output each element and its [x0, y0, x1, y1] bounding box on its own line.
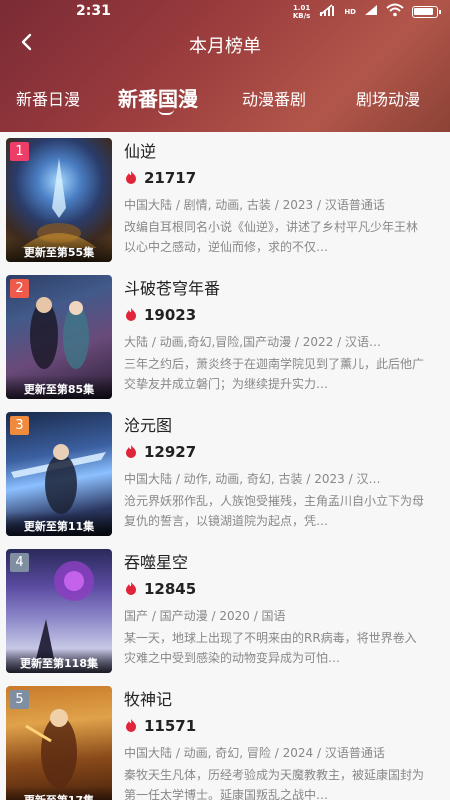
signal-icon: [364, 4, 378, 20]
heat-value: 21717: [144, 169, 197, 187]
item-tags: 中国大陆 / 剧情, 动画, 古装 / 2023 / 汉语普通话: [124, 198, 385, 212]
flame-icon: [124, 443, 138, 462]
wifi-icon: [386, 3, 404, 21]
net-speed-indicator: 1.01 KB/s: [293, 4, 310, 20]
item-info: 斗破苍穹年番 19023 大陆 / 动画,奇幻,冒险,国产动漫 / 2022 /…: [124, 275, 434, 394]
list-item[interactable]: 1 更新至第55集 仙逆 21717 中国大陆 / 剧情, 动画, 古装 / 2…: [0, 132, 450, 268]
item-tags: 中国大陆 / 动作, 动画, 奇幻, 古装 / 2023 / 汉…: [124, 472, 381, 486]
item-info: 吞噬星空 12845 国产 / 国产动漫 / 2020 / 国语 某一天，地球上…: [124, 549, 434, 668]
heat-row: 19023: [124, 303, 434, 327]
item-info: 仙逆 21717 中国大陆 / 剧情, 动画, 古装 / 2023 / 汉语普通…: [124, 138, 434, 257]
list-item[interactable]: 4 更新至第118集 吞噬星空 12845 国产 / 国产动漫 / 2020 /…: [0, 543, 450, 679]
page-title: 本月榜单: [189, 36, 261, 57]
cover-caption: 更新至第11集: [6, 512, 112, 536]
status-time: 2:31: [76, 3, 111, 19]
header: 2:31 1.01 KB/s HD 本月榜单 新番日漫 新番国漫 动漫番剧 剧场…: [0, 0, 450, 132]
rank-badge: 4: [10, 553, 29, 572]
tab-new-chinese-anime[interactable]: 新番国漫: [118, 83, 198, 112]
item-info: 牧神记 11571 中国大陆 / 动画, 奇幻, 冒险 / 2024 / 汉语普…: [124, 686, 434, 800]
cover-caption: 更新至第55集: [6, 238, 112, 262]
list-item[interactable]: 2 更新至第85集 斗破苍穹年番 19023 大陆 / 动画,奇幻,冒险,国产动…: [0, 269, 450, 405]
flame-icon: [124, 717, 138, 736]
hd-label: HD: [344, 8, 356, 16]
rank-badge: 2: [10, 279, 29, 298]
item-tags: 中国大陆 / 动画, 奇幻, 冒险 / 2024 / 汉语普通话: [124, 746, 385, 760]
item-info: 沧元图 12927 中国大陆 / 动作, 动画, 奇幻, 古装 / 2023 /…: [124, 412, 434, 531]
heat-row: 21717: [124, 166, 434, 190]
item-description: 秦牧天生凡体，历经考验成为天魔教教主，被延康国封为第一任太学博士。延康国叛乱之战…: [124, 768, 425, 800]
item-tags: 大陆 / 动画,奇幻,冒险,国产动漫 / 2022 / 汉语…: [124, 335, 381, 349]
cover-image: 5 更新至第17集: [6, 686, 112, 800]
status-bar: 2:31 1.01 KB/s HD: [0, 0, 450, 24]
status-icons: 1.01 KB/s HD: [293, 3, 441, 21]
list-item[interactable]: 5 更新至第17集 牧神记 11571 中国大陆 / 动画, 奇幻, 冒险 / …: [0, 680, 450, 800]
heat-row: 11571: [124, 714, 434, 738]
cover-image: 2 更新至第85集: [6, 275, 112, 399]
item-description: 某一天，地球上出现了不明来由的RR病毒，将世界卷入灾难之中受到感染的动物变异成为…: [124, 631, 417, 665]
heat-value: 12845: [144, 580, 197, 598]
heat-value: 19023: [144, 306, 197, 324]
item-tags: 国产 / 国产动漫 / 2020 / 国语: [124, 609, 286, 623]
net-speed-value: 1.01: [292, 4, 311, 12]
rank-badge: 3: [10, 416, 29, 435]
cover-image: 1 更新至第55集: [6, 138, 112, 262]
nav-bar: 本月榜单: [0, 26, 450, 64]
item-title: 斗破苍穹年番: [124, 279, 221, 298]
flame-icon: [124, 306, 138, 325]
flame-icon: [124, 169, 138, 188]
battery-icon: [412, 6, 441, 18]
category-tabs: 新番日漫 新番国漫 动漫番剧 剧场动漫: [0, 78, 450, 122]
rank-badge: 1: [10, 142, 29, 161]
active-tab-indicator: [158, 109, 174, 115]
item-title: 沧元图: [124, 416, 173, 435]
item-description: 改编自耳根同名小说《仙逆》，讲述了乡村平凡少年王林以心中之感动，逆仙而修，求的不…: [124, 220, 419, 254]
flame-icon: [124, 580, 138, 599]
item-title: 仙逆: [124, 142, 157, 161]
item-title: 吞噬星空: [124, 553, 189, 572]
heat-value: 12927: [144, 443, 197, 461]
rank-badge: 5: [10, 690, 29, 709]
heat-value: 11571: [144, 717, 197, 735]
tab-anime-series[interactable]: 动漫番剧: [242, 86, 306, 110]
cover-caption: 更新至第118集: [6, 649, 112, 673]
heat-row: 12845: [124, 577, 434, 601]
tab-new-japanese-anime[interactable]: 新番日漫: [16, 86, 80, 110]
item-title: 牧神记: [124, 690, 173, 709]
cover-caption: 更新至第85集: [6, 375, 112, 399]
cover-image: 3 更新至第11集: [6, 412, 112, 536]
tab-theater-anime[interactable]: 剧场动漫: [356, 86, 420, 110]
cover-image: 4 更新至第118集: [6, 549, 112, 673]
item-description: 三年之约后，萧炎终于在迦南学院见到了薰儿，此后他广交挚友并成立磐门；为继续提升实…: [124, 357, 425, 391]
item-description: 沧元界妖邪作乱，人族饱受摧残，主角孟川自小立下为母复仇的誓言，以镜湖道院为起点，…: [124, 494, 425, 528]
cover-caption: 更新至第17集: [6, 786, 112, 800]
signal-muted-icon: [318, 3, 336, 21]
list-item[interactable]: 3 更新至第11集 沧元图 12927 中国大陆 / 动作, 动画, 奇幻, 古…: [0, 406, 450, 542]
net-speed-unit: KB/s: [292, 12, 311, 20]
heat-row: 12927: [124, 440, 434, 464]
